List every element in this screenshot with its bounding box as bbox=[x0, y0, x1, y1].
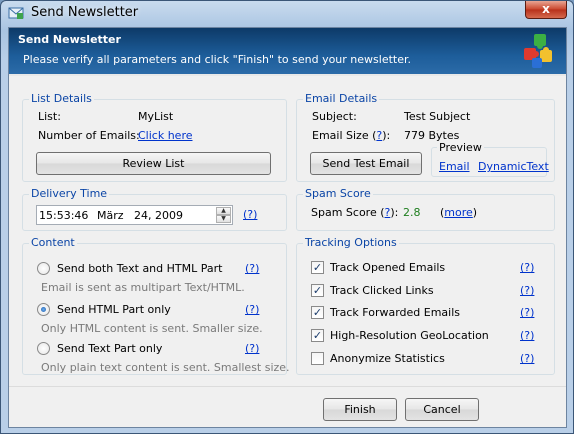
track-clicked-help[interactable]: (?) bbox=[520, 284, 534, 297]
spam-score-label: Spam Score (?): bbox=[311, 206, 399, 219]
spam-score-group: Spam Score Spam Score (?): 2.8 (more) bbox=[296, 187, 555, 231]
review-list-button[interactable]: Review List bbox=[36, 152, 271, 175]
finish-button[interactable]: Finish bbox=[323, 398, 397, 421]
dialog-footer: Finish Cancel bbox=[9, 386, 566, 427]
content-legend: Content bbox=[29, 236, 77, 249]
radio-html-only[interactable] bbox=[37, 303, 50, 316]
option-text-and-html-help[interactable]: (?) bbox=[245, 262, 259, 275]
preview-legend: Preview bbox=[437, 141, 484, 154]
option-text-only-help[interactable]: (?) bbox=[245, 342, 259, 355]
delivery-time-legend: Delivery Time bbox=[29, 187, 110, 200]
delivery-time-group: Delivery Time 15:53:46 März 24, 2009 ▲ ▼… bbox=[22, 187, 287, 231]
checkbox-track-forwarded[interactable]: ✓ bbox=[311, 306, 324, 319]
track-forwarded-label[interactable]: Track Forwarded Emails bbox=[330, 306, 460, 319]
preview-box: Preview Email DynamicText bbox=[431, 141, 549, 177]
delivery-help-link[interactable]: (?) bbox=[243, 208, 257, 221]
track-clicked-label[interactable]: Track Clicked Links bbox=[330, 284, 434, 297]
subject-label: Subject: bbox=[312, 110, 357, 123]
preview-email-link[interactable]: Email bbox=[439, 160, 470, 173]
option-text-only-label[interactable]: Send Text Part only bbox=[57, 342, 162, 355]
dialog-client-area: Send Newsletter Please verify all parame… bbox=[8, 27, 567, 428]
header-title: Send Newsletter bbox=[18, 33, 121, 46]
list-label: List: bbox=[38, 110, 61, 123]
content-group: Content Send both Text and HTML Part (?)… bbox=[22, 236, 290, 375]
option-text-and-html-note: Email is sent as multipart Text/HTML. bbox=[41, 281, 245, 294]
tracking-options-group: Tracking Options ✓ Track Opened Emails (… bbox=[296, 236, 555, 375]
spam-more-link[interactable]: more bbox=[444, 206, 473, 219]
track-opened-label[interactable]: Track Opened Emails bbox=[330, 261, 445, 274]
click-here-link[interactable]: Click here bbox=[138, 129, 193, 142]
list-details-group: List Details List: MyList Number of Emai… bbox=[22, 92, 287, 182]
anonymize-help[interactable]: (?) bbox=[520, 352, 534, 365]
checkbox-track-opened[interactable]: ✓ bbox=[311, 261, 324, 274]
track-opened-help[interactable]: (?) bbox=[520, 261, 534, 274]
radio-text-and-html[interactable] bbox=[37, 262, 50, 275]
delivery-month-value[interactable]: März bbox=[97, 209, 124, 222]
spam-more-wrapper: (more) bbox=[440, 206, 478, 219]
dialog-window: Send Newsletter x Send Newsletter Please… bbox=[0, 0, 574, 434]
title-bar[interactable]: Send Newsletter x bbox=[1, 1, 573, 25]
email-details-legend: Email Details bbox=[303, 92, 380, 105]
option-text-only-note: Only plain text content is sent. Smalles… bbox=[41, 361, 290, 374]
delivery-day-year-value[interactable]: 24, 2009 bbox=[134, 209, 183, 222]
checkbox-track-clicked[interactable]: ✓ bbox=[311, 284, 324, 297]
checkbox-geolocation[interactable]: ✓ bbox=[311, 329, 324, 342]
option-html-only-label[interactable]: Send HTML Part only bbox=[57, 303, 171, 316]
puzzle-icon bbox=[524, 34, 552, 68]
cancel-button[interactable]: Cancel bbox=[405, 398, 479, 421]
email-details-group: Email Details Subject: Test Subject Emai… bbox=[296, 92, 555, 182]
spam-score-value: 2.8 bbox=[403, 206, 421, 219]
anonymize-label[interactable]: Anonymize Statistics bbox=[330, 352, 445, 365]
delivery-datetime-picker[interactable]: 15:53:46 März 24, 2009 ▲ ▼ bbox=[36, 205, 233, 225]
checkbox-anonymize[interactable] bbox=[311, 352, 324, 365]
email-size-label: Email Size (?): bbox=[312, 129, 391, 142]
option-html-only-help[interactable]: (?) bbox=[245, 303, 259, 316]
option-html-only-note: Only HTML content is sent. Smaller size. bbox=[41, 322, 263, 335]
preview-dynamictext-link[interactable]: DynamicText bbox=[478, 160, 549, 173]
track-forwarded-help[interactable]: (?) bbox=[520, 306, 534, 319]
spin-down-icon[interactable]: ▼ bbox=[216, 215, 231, 223]
delivery-time-value[interactable]: 15:53:46 bbox=[39, 209, 88, 222]
spin-up-icon[interactable]: ▲ bbox=[216, 207, 231, 215]
list-details-legend: List Details bbox=[29, 92, 94, 105]
newsletter-app-icon bbox=[8, 7, 24, 19]
subject-value: Test Subject bbox=[404, 110, 471, 123]
delivery-spinner[interactable]: ▲ ▼ bbox=[216, 207, 231, 223]
header-subtitle: Please verify all parameters and click "… bbox=[23, 53, 411, 66]
radio-text-only[interactable] bbox=[37, 342, 50, 355]
list-value: MyList bbox=[138, 110, 174, 123]
option-text-and-html-label[interactable]: Send both Text and HTML Part bbox=[57, 262, 222, 275]
spam-score-legend: Spam Score bbox=[303, 187, 373, 200]
geolocation-label[interactable]: High-Resolution GeoLocation bbox=[330, 329, 489, 342]
emails-label: Number of Emails: bbox=[38, 129, 140, 142]
geolocation-help[interactable]: (?) bbox=[520, 329, 534, 342]
window-title: Send Newsletter bbox=[31, 5, 139, 20]
wizard-header: Send Newsletter Please verify all parame… bbox=[9, 28, 566, 76]
send-test-email-button[interactable]: Send Test Email bbox=[310, 152, 422, 175]
close-button[interactable]: x bbox=[525, 1, 567, 19]
tracking-options-legend: Tracking Options bbox=[303, 236, 399, 249]
